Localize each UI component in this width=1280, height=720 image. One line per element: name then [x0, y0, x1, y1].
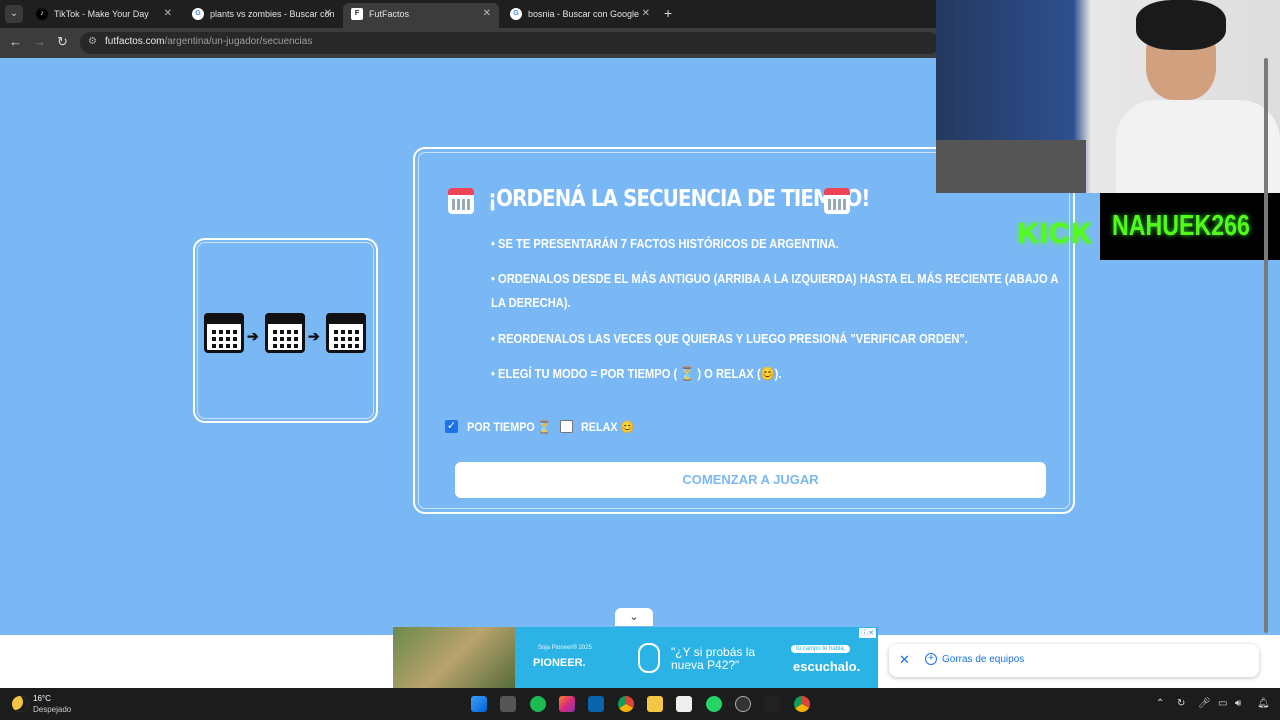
rule-item: • REORDENALOS LAS VECES QUE QUIERAS Y LU… — [491, 331, 968, 346]
ad-pill: tu campo te habla, — [791, 645, 851, 653]
scrollbar-thumb[interactable] — [1264, 58, 1268, 633]
chrome-profile-icon[interactable] — [794, 696, 810, 712]
tab-tiktok[interactable]: ♪ TikTok - Make Your Day ✕ — [28, 3, 180, 28]
tab-bosnia[interactable]: G bosnia - Buscar con Google ✕ — [502, 3, 658, 28]
mode-time-checkbox[interactable]: ✓ — [445, 420, 458, 433]
rule-item: • ORDENALOS DESDE EL MÁS ANTIGUO (ARRIBA… — [491, 271, 1059, 286]
streamer-name: NAHUEK266 — [1112, 210, 1250, 242]
windows-taskbar: 16°C Despejado ⌃ ↻ 🎤︎ ▭ 🔊︎ 🔔︎ — [0, 688, 1280, 720]
tab-label: FutFactos — [369, 9, 410, 19]
close-icon[interactable]: ✕ — [483, 3, 491, 25]
reload-icon[interactable]: ↻ — [57, 34, 68, 50]
tab-label: bosnia - Buscar con Google — [528, 9, 640, 19]
windows-start-icon[interactable] — [471, 696, 487, 712]
tiktok-icon: ♪ — [36, 8, 48, 20]
url-host: futfactos.com — [105, 36, 165, 47]
start-game-button[interactable]: COMENZAR A JUGAR — [455, 462, 1046, 498]
webcam-shirt — [1116, 100, 1280, 193]
back-arrow-icon[interactable]: ← — [9, 34, 22, 49]
tab-label: TikTok - Make Your Day — [54, 9, 149, 19]
network-icon[interactable]: ▭ — [1218, 698, 1227, 709]
ad-banner[interactable]: Soja Pioneer® 2025 PIONEER. "¿Y si probá… — [393, 627, 878, 688]
site-info-icon[interactable]: ⚙ — [88, 36, 97, 47]
volume-icon[interactable]: 🔊︎ — [1235, 698, 1241, 709]
mode-relax-label[interactable]: RELAX 😊 — [581, 420, 634, 436]
ad-photo — [393, 627, 515, 688]
page-scrollbar[interactable] — [1262, 58, 1270, 638]
outlook-icon[interactable] — [588, 696, 604, 712]
store-icon[interactable] — [676, 696, 692, 712]
new-tab-plus-icon[interactable]: + — [664, 5, 672, 21]
url-path: /argentina/un-jugador/secuencias — [164, 36, 313, 47]
ad-brand: PIONEER. — [533, 657, 586, 669]
add-icon: + — [925, 653, 937, 665]
notification-bell-icon[interactable]: 🔔︎ — [1257, 698, 1270, 709]
file-explorer-icon[interactable] — [647, 696, 663, 712]
chrome-icon[interactable] — [618, 696, 634, 712]
ad-choices-icon[interactable]: ⓘ✕ — [859, 628, 876, 638]
mode-time-label[interactable]: POR TIEMPO ⏳ — [467, 420, 551, 436]
steam-icon[interactable] — [735, 696, 751, 712]
kick-logo: KICK — [1018, 218, 1093, 250]
spotify-icon[interactable] — [530, 696, 546, 712]
mode-relax-checkbox[interactable] — [560, 420, 573, 433]
rule-item: LA DERECHA). — [491, 295, 571, 310]
tab-futfactos[interactable]: F FutFactos ✕ — [343, 3, 499, 28]
weather-condition[interactable]: Despejado — [33, 705, 71, 714]
arrow-right-icon: ➔ — [247, 328, 259, 344]
calendar-icon — [326, 313, 366, 353]
search-suggestion-chip[interactable]: ✕ + Gorras de equipos — [889, 644, 1259, 677]
sync-icon[interactable]: ↻ — [1177, 698, 1185, 709]
tab-plants-vs-zombies[interactable]: G plants vs zombies - Buscar con ✕ — [184, 3, 340, 28]
ad-cta: escuchalo. — [793, 659, 861, 674]
microphone-icon[interactable]: 🎤︎ — [1198, 698, 1211, 709]
rule-item: • SE TE PRESENTARÁN 7 FACTOS HISTÓRICOS … — [491, 236, 839, 251]
instagram-icon[interactable] — [559, 696, 575, 712]
tab-search-button[interactable]: ⌄ — [5, 5, 23, 23]
game-title: ¡ORDENÁ LA SECUENCIA DE TIEMPO! — [488, 186, 870, 212]
arrow-right-icon: ➔ — [308, 328, 320, 344]
rule-item: • ELEGÍ TU MODO = POR TIEMPO ( ⏳ ) O REL… — [491, 366, 782, 381]
close-icon[interactable]: ✕ — [164, 3, 172, 25]
tab-label: plants vs zombies - Buscar con — [210, 9, 335, 19]
moon-weather-icon[interactable] — [12, 696, 28, 712]
webcam-jacket — [936, 140, 1086, 193]
task-view-icon[interactable] — [500, 696, 516, 712]
close-icon[interactable]: ✕ — [324, 3, 332, 25]
chevron-up-icon[interactable]: ⌃ — [1156, 698, 1164, 709]
weather-temperature[interactable]: 16°C — [33, 694, 51, 703]
ad-small-text: Soja Pioneer® 2025 — [538, 645, 592, 651]
ad-product-icon — [638, 643, 660, 673]
calendar-icon — [265, 313, 305, 353]
whatsapp-icon[interactable] — [706, 696, 722, 712]
calendar-emoji-icon — [448, 188, 474, 214]
futfactos-icon: F — [351, 8, 363, 20]
suggestion-text: Gorras de equipos — [942, 654, 1025, 665]
url-field[interactable]: ⚙ futfactos.com/argentina/un-jugador/sec… — [80, 32, 940, 54]
url-text: futfactos.com/argentina/un-jugador/secue… — [105, 36, 312, 47]
google-icon: G — [192, 8, 204, 20]
webcam-hair — [1136, 0, 1226, 50]
calendar-icon — [204, 313, 244, 353]
google-icon: G — [510, 8, 522, 20]
close-icon[interactable]: ✕ — [642, 3, 650, 25]
ad-collapse-chevron-icon[interactable]: ⌄ — [615, 608, 653, 626]
ad-headline: "¿Y si probás la nueva P42?" — [671, 645, 756, 672]
audio-meter-icon[interactable] — [764, 696, 780, 712]
calendar-emoji-icon — [824, 188, 850, 214]
webcam-overlay — [936, 0, 1280, 193]
forward-arrow-icon[interactable]: → — [33, 34, 46, 49]
close-icon[interactable]: ✕ — [899, 652, 910, 668]
